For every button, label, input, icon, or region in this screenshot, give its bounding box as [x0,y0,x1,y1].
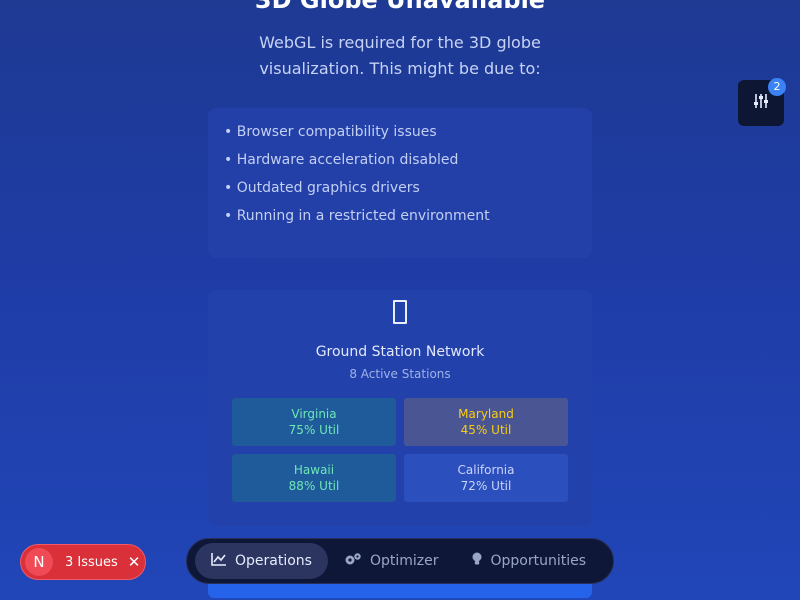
reason-item: • Running in a restricted environment [224,208,490,224]
station-card-maryland: Maryland 45% Util [404,398,568,446]
station-name: California [457,463,515,477]
page-title: 3D Globe Unavailable [254,0,546,14]
nav-tab-operations[interactable]: Operations [195,543,328,579]
station-util: 45% Util [460,423,512,437]
avatar: N [25,548,53,576]
reason-item: • Browser compatibility issues [224,124,437,140]
reasons-panel: • Browser compatibility issues • Hardwar… [208,108,592,258]
station-panel-subtitle: 8 Active Stations [349,367,451,381]
station-card-hawaii: Hawaii 88% Util [232,454,396,502]
station-name: Virginia [291,407,337,421]
issues-badge[interactable]: N 3 Issues ✕ [20,544,146,580]
nav-label: Operations [235,553,312,569]
station-card-virginia: Virginia 75% Util [232,398,396,446]
line-chart-icon [211,552,227,570]
station-util: 72% Util [460,479,512,493]
reason-item: • Outdated graphics drivers [224,180,420,196]
station-panel-title: Ground Station Network [315,344,485,360]
station-card-california: California 72% Util [404,454,568,502]
bottom-nav: Operations Optimizer Opportunities [186,538,614,584]
station-name: Hawaii [293,463,335,477]
nav-label: Optimizer [369,553,439,569]
subtitle-line-1: WebGL is required for the 3D globe [259,33,541,52]
station-util: 75% Util [288,423,340,437]
satellite-icon [208,300,592,328]
nav-tab-opportunities[interactable]: Opportunities [455,543,603,579]
reason-item: • Hardware acceleration disabled [224,152,459,168]
station-util: 88% Util [288,479,340,493]
ground-station-panel: Ground Station Network 8 Active Stations… [208,290,592,526]
gears-icon [344,552,362,570]
nav-tab-optimizer[interactable]: Optimizer [328,543,455,579]
nav-label: Opportunities [490,553,587,569]
subtitle-line-2: visualization. This might be due to: [259,59,541,78]
close-icon[interactable]: ✕ [128,553,141,571]
issues-count-label: 3 Issues [65,554,118,570]
lightbulb-icon [471,552,483,570]
sliders-icon [752,92,770,114]
filter-count-badge: 2 [768,78,786,96]
page-subtitle: WebGL is required for the 3D globe visua… [0,30,800,82]
reasons-list: • Browser compatibility issues • Hardwar… [208,108,592,234]
station-name: Maryland [458,407,514,421]
